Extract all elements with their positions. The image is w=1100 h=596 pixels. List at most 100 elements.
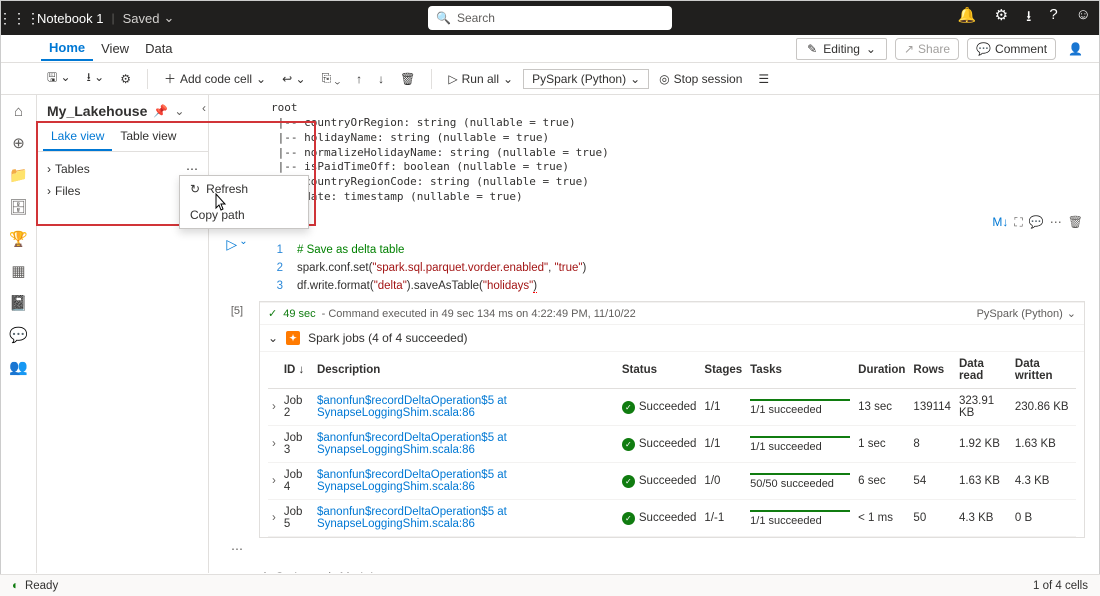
editing-mode-button[interactable]: ✎ Editing ⌄	[796, 38, 887, 60]
kernel-selector[interactable]: PySpark (Python) ⌄	[523, 69, 649, 89]
context-copy-path[interactable]: Copy path	[180, 202, 308, 228]
notebook-title[interactable]: Notebook 1	[37, 11, 104, 26]
tab-data[interactable]: Data	[137, 37, 180, 60]
job-row: › Job 4 $anonfun$recordDeltaOperation$5 …	[268, 463, 1076, 500]
tab-view[interactable]: View	[93, 37, 137, 60]
download-icon[interactable]: ⭳ ⌄	[81, 64, 111, 93]
chevron-down-icon: ⌄	[1067, 307, 1076, 320]
column-header[interactable]: ID ↓	[280, 352, 313, 389]
add-code-button[interactable]: ＋ Code	[259, 568, 304, 573]
lakehouse-name: My_Lakehouse	[47, 103, 147, 119]
move-up-icon[interactable]: ↑	[350, 68, 368, 90]
column-header[interactable]: Data written	[1011, 352, 1076, 389]
chevron-right-icon: ›	[47, 184, 51, 198]
chevron-right-icon[interactable]: ›	[268, 389, 280, 426]
expand-icon[interactable]: ⛶	[1014, 215, 1022, 230]
comment-button[interactable]: 💬 Comment	[967, 38, 1056, 60]
collapse-sidebar-icon[interactable]: ‹	[202, 101, 206, 115]
code-editor[interactable]: 1# Save as delta table 2spark.conf.set("…	[259, 236, 1085, 301]
job-description-link[interactable]: $anonfun$recordDeltaOperation$5 at Synap…	[313, 426, 618, 463]
delete-icon[interactable]: 🗑	[1068, 215, 1083, 230]
add-icon[interactable]: ⊕	[12, 134, 25, 152]
add-markdown-button[interactable]: ＋ Markdown	[324, 568, 395, 573]
comment-icon: 💬	[976, 42, 991, 56]
cell-index: [5]	[231, 305, 243, 538]
more-icon[interactable]: ⋯	[186, 162, 198, 176]
delete-icon[interactable]: 🗑	[394, 68, 421, 90]
spark-jobs-header: Spark jobs (4 of 4 succeeded)	[308, 331, 467, 345]
context-refresh[interactable]: ↻ Refresh	[180, 176, 308, 202]
column-header[interactable]	[268, 352, 280, 389]
people-icon[interactable]: 👥	[9, 358, 28, 376]
chevron-down-icon[interactable]: ⌄	[174, 104, 184, 118]
exec-time: 49 sec	[283, 308, 315, 320]
column-header[interactable]: Data read	[955, 352, 1011, 389]
check-icon: ✓	[268, 307, 277, 320]
chevron-down-icon: ⌄	[866, 42, 876, 56]
search-input[interactable]: 🔍 Search	[428, 6, 672, 30]
stop-session-button[interactable]: ◎ Stop session	[653, 68, 748, 90]
app-grid-icon[interactable]: ⋮⋮⋮	[9, 8, 29, 28]
download-icon[interactable]: ⭳	[1026, 6, 1031, 31]
chevron-down-icon[interactable]: ⌄	[239, 236, 247, 301]
apps-icon[interactable]: ▦	[11, 262, 25, 280]
help-icon[interactable]: ?	[1049, 6, 1057, 31]
undo-icon[interactable]: ↩ ⌄	[276, 68, 311, 90]
bell-icon[interactable]: 🔔	[958, 6, 977, 31]
spark-jobs-table: ID ↓DescriptionStatusStagesTasksDuration…	[268, 352, 1076, 537]
pencil-icon: ✎	[807, 42, 817, 56]
tab-home[interactable]: Home	[41, 36, 93, 61]
saved-status[interactable]: Saved ⌄	[123, 10, 175, 26]
column-header[interactable]: Stages	[700, 352, 746, 389]
column-header[interactable]: Status	[618, 352, 701, 389]
smile-icon[interactable]: ☺	[1076, 6, 1091, 31]
column-header[interactable]: Rows	[909, 352, 955, 389]
pin-icon[interactable]: 📌	[153, 104, 168, 118]
column-header[interactable]: Description	[313, 352, 618, 389]
settings-icon[interactable]: ⚙	[114, 68, 137, 90]
move-down-icon[interactable]: ↓	[372, 68, 390, 90]
run-all-button[interactable]: ▷ Run all ⌄	[442, 68, 519, 90]
book-icon[interactable]: 📓	[9, 294, 28, 312]
share-button[interactable]: ↗ Share	[895, 38, 959, 60]
spark-icon: ✦	[286, 331, 300, 345]
tab-lake-view[interactable]: Lake view	[43, 123, 112, 151]
ready-icon: ◐	[12, 580, 19, 592]
database-icon[interactable]: 🗄	[9, 198, 28, 216]
chat-icon[interactable]: 💬	[9, 326, 28, 344]
comment-icon[interactable]: 💬	[1029, 215, 1044, 230]
success-icon: ✓	[622, 401, 635, 414]
job-description-link[interactable]: $anonfun$recordDeltaOperation$5 at Synap…	[313, 389, 618, 426]
column-header[interactable]: Tasks	[746, 352, 854, 389]
markdown-badge[interactable]: M↓	[992, 215, 1008, 230]
copy-icon[interactable]: ⎘ ⌄	[316, 67, 347, 90]
save-icon[interactable]: 🖫 ⌄	[41, 64, 77, 93]
job-description-link[interactable]: $anonfun$recordDeltaOperation$5 at Synap…	[313, 463, 618, 500]
chevron-right-icon[interactable]: ›	[268, 500, 280, 537]
gear-icon[interactable]: ⚙	[995, 6, 1008, 31]
exec-detail: - Command executed in 49 sec 134 ms on 4…	[322, 308, 636, 320]
chevron-down-icon: ⌄	[164, 10, 175, 26]
schema-output: root |-- countryOrRegion: string (nullab…	[215, 101, 1085, 205]
chevron-down-icon[interactable]: ⌄	[268, 331, 278, 345]
job-description-link[interactable]: $anonfun$recordDeltaOperation$5 at Synap…	[313, 500, 618, 537]
chevron-right-icon[interactable]: ›	[268, 463, 280, 500]
kernel-info[interactable]: PySpark (Python) ⌄	[977, 307, 1076, 320]
more-icon[interactable]: ⋯	[1050, 215, 1062, 230]
trophy-icon[interactable]: 🏆	[9, 230, 28, 248]
title-divider: |	[112, 11, 115, 25]
tab-table-view[interactable]: Table view	[112, 123, 184, 151]
job-row: › Job 3 $anonfun$recordDeltaOperation$5 …	[268, 426, 1076, 463]
run-cell-icon[interactable]: ▷	[226, 236, 237, 301]
cell-position: 1 of 4 cells	[1033, 580, 1088, 592]
column-header[interactable]: Duration	[854, 352, 909, 389]
home-icon[interactable]: ⌂	[14, 103, 23, 120]
add-code-cell-button[interactable]: ＋ Add code cell ⌄	[158, 66, 272, 91]
folder-icon[interactable]: 📁	[9, 166, 28, 184]
refresh-icon: ↻	[190, 182, 200, 196]
format-list-icon[interactable]: ☰	[752, 68, 775, 90]
context-menu: ↻ Refresh Copy path	[179, 175, 309, 229]
chevron-right-icon[interactable]: ›	[268, 426, 280, 463]
people-icon[interactable]: 👤	[1064, 42, 1087, 56]
success-icon: ✓	[622, 512, 635, 525]
